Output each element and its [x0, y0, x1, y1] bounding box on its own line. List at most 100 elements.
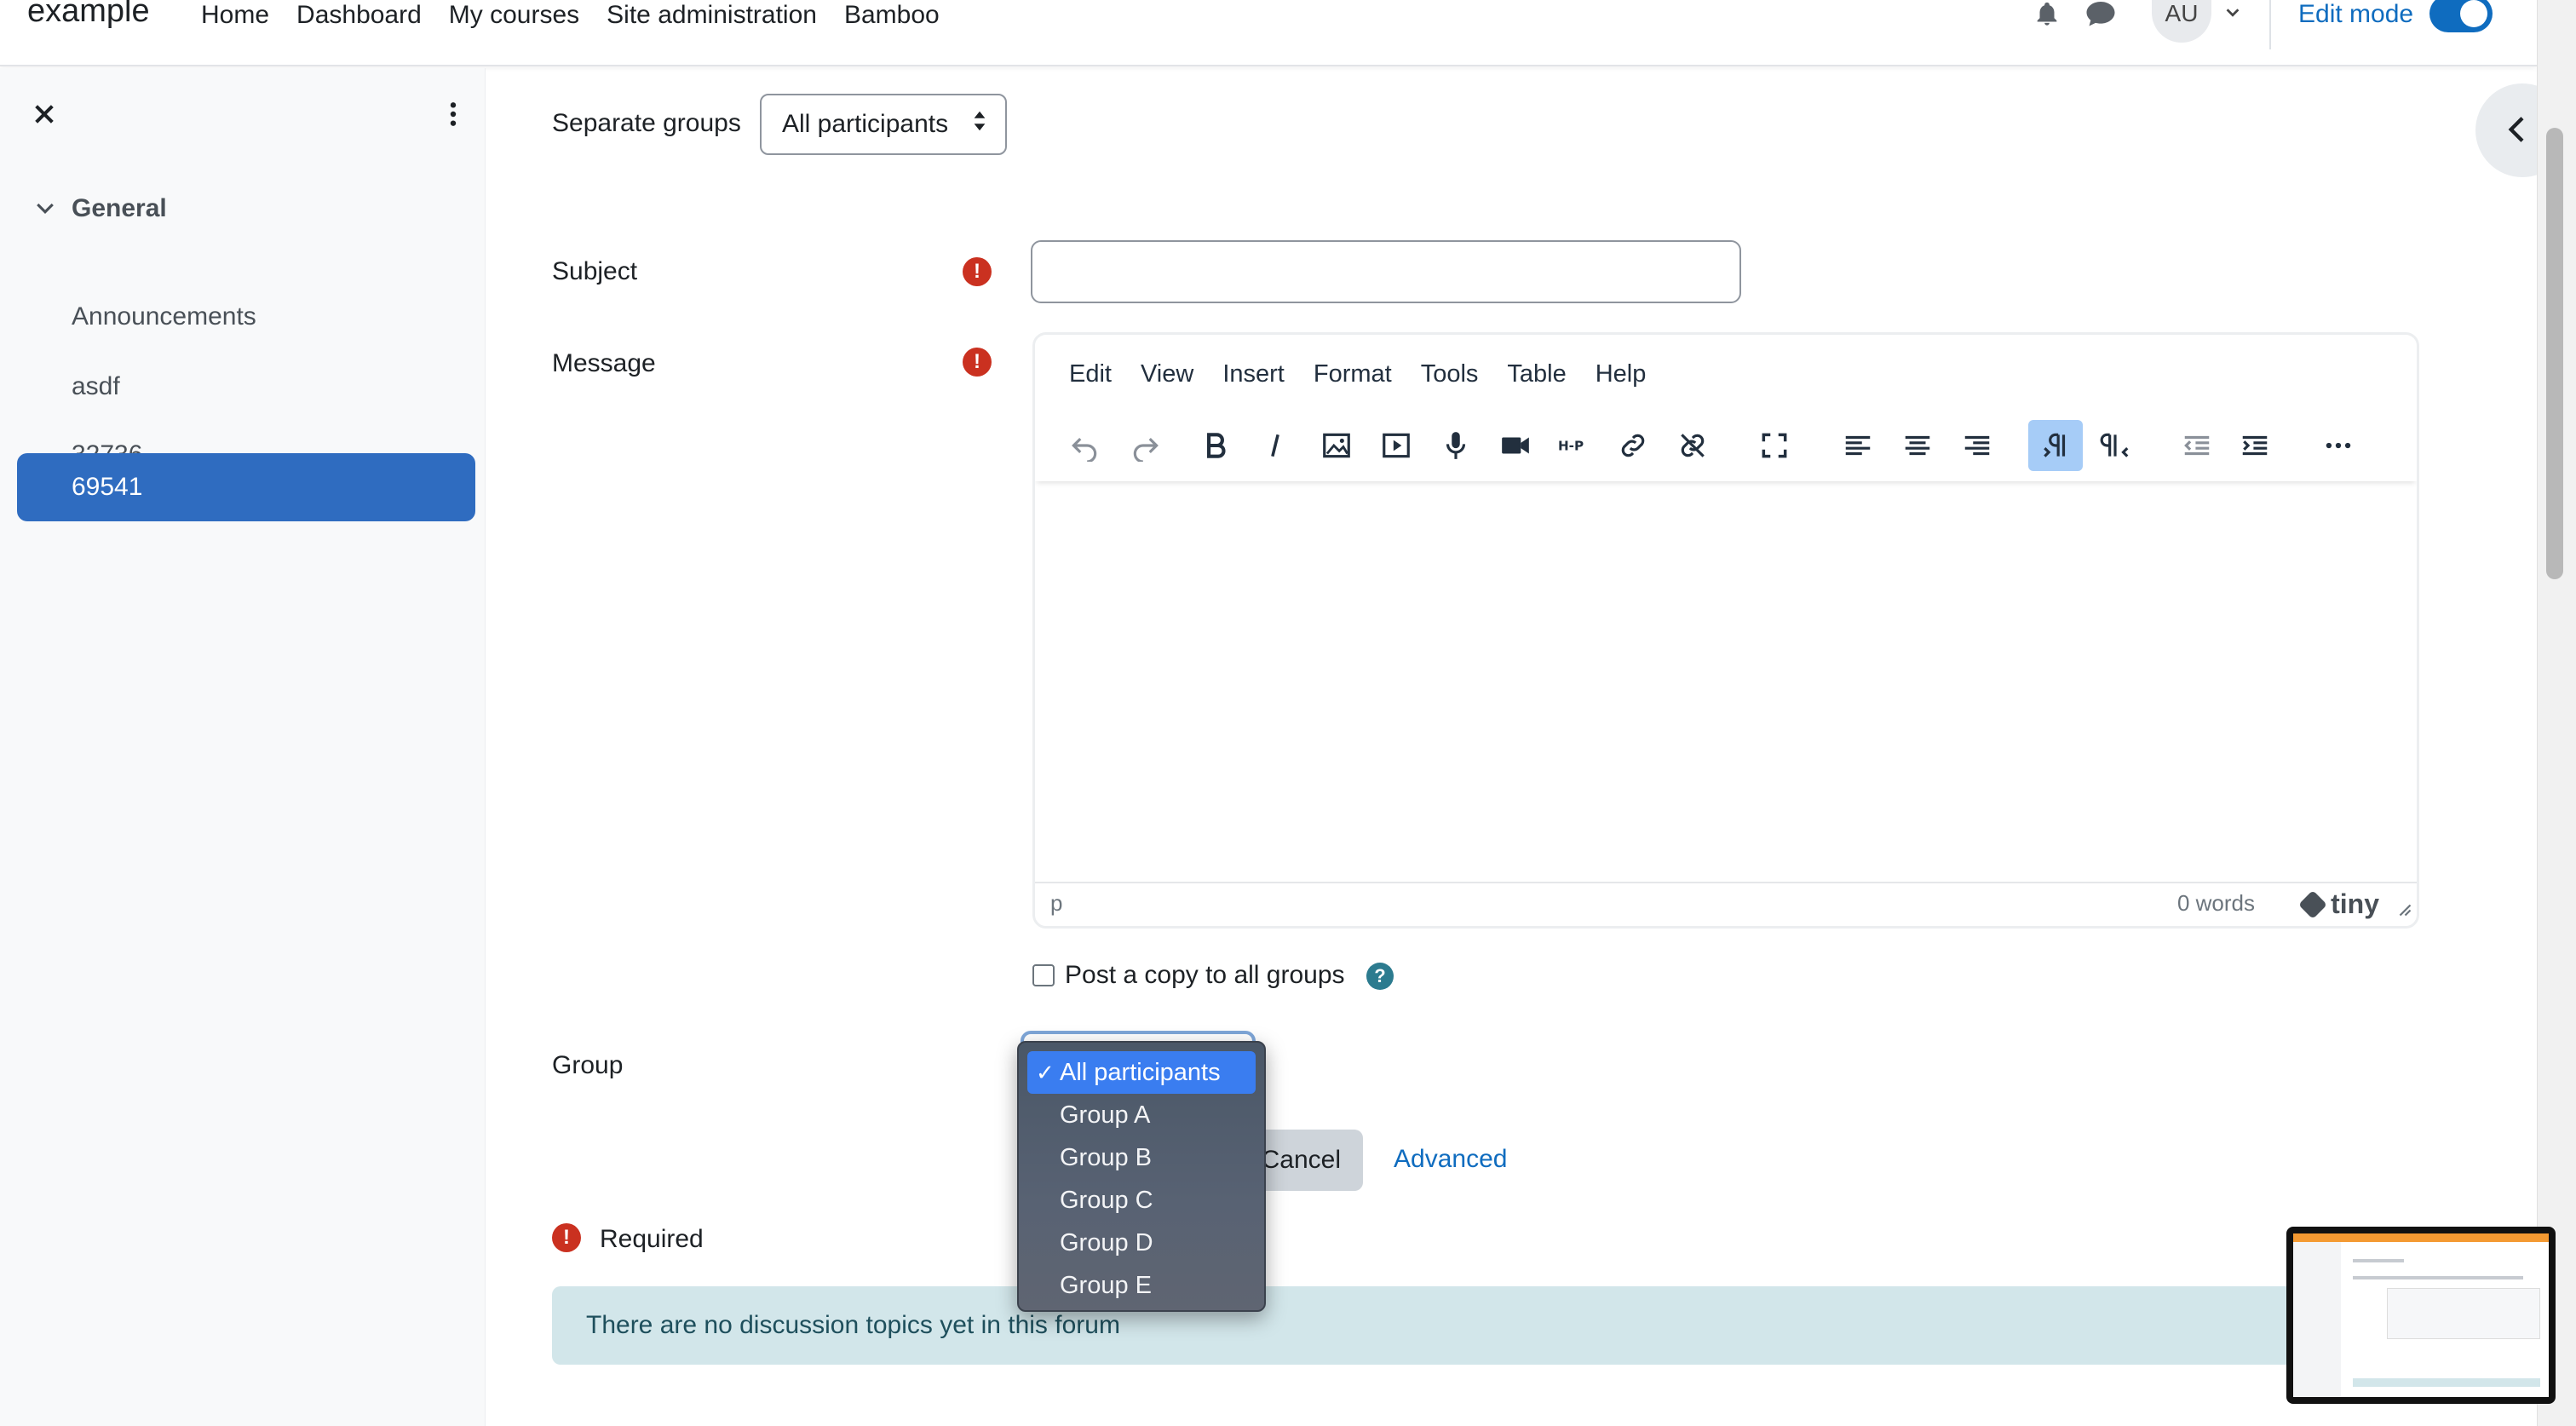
h5p-icon[interactable]: H-P: [1546, 420, 1601, 471]
image-icon[interactable]: [1309, 420, 1364, 471]
thumbnail-line: [2353, 1259, 2404, 1262]
editor-element-path[interactable]: p: [1050, 890, 1062, 917]
editor-menu-insert[interactable]: Insert: [1222, 360, 1285, 388]
editor-menu-tools[interactable]: Tools: [1421, 360, 1479, 388]
separate-groups-label: Separate groups: [552, 109, 741, 137]
subject-required-icon: !: [963, 257, 992, 286]
messages-chat-icon[interactable]: [2085, 0, 2116, 33]
subject-input[interactable]: [1031, 240, 1741, 303]
editor-resize-handle-icon[interactable]: [2396, 901, 2412, 921]
thumbnail-sidebar: [2293, 1242, 2341, 1397]
editor-word-count[interactable]: 0 words: [2177, 890, 2255, 917]
course-item-asdf[interactable]: asdf: [17, 353, 475, 421]
screenshot-thumbnail-preview[interactable]: [2286, 1227, 2556, 1404]
separate-groups-selected-value: All participants: [782, 110, 949, 138]
course-item-69541[interactable]: 69541: [17, 453, 475, 521]
primary-navigation: Home Dashboard My courses Site administr…: [201, 0, 967, 31]
post-copy-label: Post a copy to all groups: [1065, 961, 1345, 989]
section-collapse-chevron-icon[interactable]: [32, 196, 58, 221]
outdent-icon[interactable]: [2170, 420, 2224, 471]
record-audio-microphone-icon[interactable]: [1429, 420, 1483, 471]
post-copy-checkbox[interactable]: [1032, 964, 1055, 986]
required-legend-icon: !: [552, 1223, 581, 1252]
link-icon[interactable]: [1606, 420, 1660, 471]
thumbnail-editor: [2387, 1288, 2540, 1339]
thumbnail-image: [2293, 1233, 2549, 1397]
thumbnail-header-bar: [2293, 1233, 2549, 1242]
more-options-ellipsis-icon[interactable]: [2311, 420, 2366, 471]
separate-groups-select[interactable]: All participants: [760, 94, 1007, 155]
post-copy-help-icon[interactable]: ?: [1366, 963, 1394, 990]
advanced-link[interactable]: Advanced: [1394, 1145, 1507, 1174]
group-option-group-d[interactable]: Group D: [1027, 1222, 1256, 1264]
editor-menu-help[interactable]: Help: [1596, 360, 1647, 388]
tiny-brand-logo[interactable]: tiny: [2298, 888, 2379, 920]
drawer-options-kebab-icon[interactable]: [445, 101, 462, 128]
editor-content-area[interactable]: [1035, 481, 2417, 873]
course-section-general[interactable]: General: [32, 194, 167, 223]
indent-icon[interactable]: [2228, 420, 2282, 471]
editor-menu-table[interactable]: Table: [1507, 360, 1566, 388]
main-content: Separate groups All participants Subject…: [486, 68, 2537, 1426]
bold-icon[interactable]: [1188, 420, 1243, 471]
subject-label: Subject: [552, 257, 638, 285]
nav-link-bamboo[interactable]: Bamboo: [844, 0, 940, 31]
message-rich-text-editor: Edit View Insert Format Tools Table Help…: [1032, 332, 2419, 929]
editor-menu-view[interactable]: View: [1141, 360, 1193, 388]
group-label: Group: [552, 1051, 624, 1079]
group-option-label: All participants: [1060, 1059, 1221, 1086]
editor-menu-format[interactable]: Format: [1314, 360, 1392, 388]
page-scrollbar[interactable]: [2537, 0, 2576, 1426]
nav-link-site-administration[interactable]: Site administration: [607, 0, 817, 31]
nav-link-dashboard[interactable]: Dashboard: [296, 0, 422, 31]
svg-text:H-P: H-P: [1558, 439, 1584, 454]
italic-icon[interactable]: [1248, 420, 1302, 471]
group-option-group-a[interactable]: Group A: [1027, 1094, 1256, 1136]
chevron-left-icon: [2508, 117, 2524, 142]
record-video-camera-icon[interactable]: [1488, 420, 1543, 471]
editor-menubar: Edit View Insert Format Tools Table Help: [1035, 335, 1675, 413]
left-to-right-icon[interactable]: [2028, 420, 2083, 471]
align-right-icon[interactable]: [1950, 420, 2004, 471]
thumbnail-line: [2353, 1276, 2523, 1279]
nav-link-home[interactable]: Home: [201, 0, 269, 31]
align-center-icon[interactable]: [1890, 420, 1945, 471]
unlink-icon[interactable]: [1665, 420, 1720, 471]
right-to-left-icon[interactable]: [2088, 420, 2142, 471]
tiny-brand-text: tiny: [2331, 888, 2379, 919]
top-navbar: example Home Dashboard My courses Site a…: [0, 0, 2537, 66]
required-legend-label: Required: [600, 1225, 704, 1253]
undo-icon[interactable]: [1057, 420, 1112, 471]
group-option-group-c[interactable]: Group C: [1027, 1179, 1256, 1222]
close-drawer-icon[interactable]: [31, 101, 58, 128]
message-required-icon: !: [963, 348, 992, 377]
media-icon[interactable]: [1369, 420, 1423, 471]
group-option-group-b[interactable]: Group B: [1027, 1136, 1256, 1179]
no-discussions-alert: There are no discussion topics yet in th…: [552, 1286, 2426, 1365]
message-label: Message: [552, 349, 656, 377]
navbar-divider: [2269, 0, 2271, 49]
align-left-icon[interactable]: [1831, 420, 1885, 471]
notifications-bell-icon[interactable]: [2033, 0, 2061, 33]
page-scrollbar-thumb[interactable]: [2546, 128, 2563, 579]
course-section-title: General: [72, 194, 167, 222]
user-menu-chevron-down-icon[interactable]: [2223, 3, 2242, 26]
group-select-dropdown: ✓ All participants Group A Group B Group…: [1017, 1041, 1266, 1312]
user-avatar[interactable]: AU: [2152, 0, 2211, 43]
editor-menu-edit[interactable]: Edit: [1069, 360, 1112, 388]
group-option-all-participants[interactable]: ✓ All participants: [1027, 1051, 1256, 1094]
course-item-announcements[interactable]: Announcements: [17, 283, 475, 351]
site-brand[interactable]: example: [27, 0, 150, 30]
tiny-logo-icon: [2298, 889, 2328, 919]
selected-check-icon: ✓: [1036, 1060, 1055, 1085]
edit-mode-toggle[interactable]: [2429, 0, 2493, 32]
thumbnail-alert: [2353, 1378, 2540, 1387]
nav-link-my-courses[interactable]: My courses: [449, 0, 579, 31]
group-option-group-e[interactable]: Group E: [1027, 1264, 1256, 1307]
course-index-drawer: General Announcements asdf 32736 69541: [0, 68, 486, 1426]
fullscreen-icon[interactable]: [1747, 420, 1802, 471]
edit-mode-label: Edit mode: [2298, 0, 2414, 28]
redo-icon[interactable]: [1118, 420, 1173, 471]
editor-toolbar: H-P: [1035, 413, 2417, 481]
editor-statusbar: p 0 words tiny: [1035, 882, 2417, 926]
